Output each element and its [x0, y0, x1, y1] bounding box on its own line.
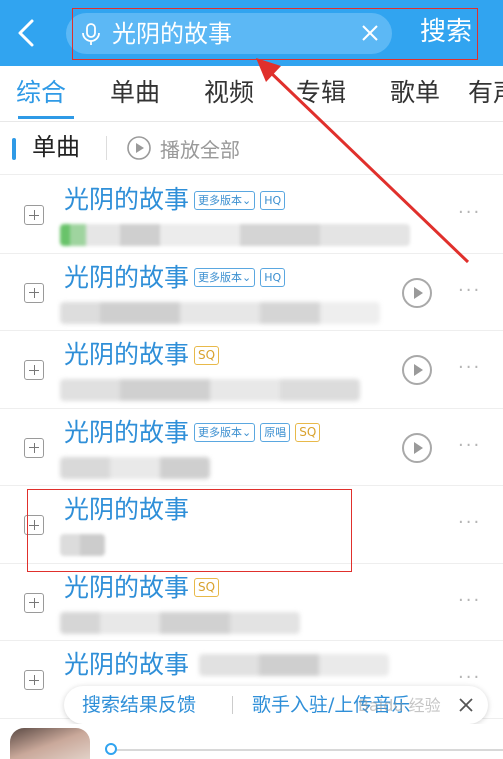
more-options-icon[interactable]: ··· — [458, 436, 481, 454]
artist-upload-link[interactable]: 歌手入驻/上传音乐 — [252, 691, 410, 719]
play-video-icon[interactable] — [402, 432, 432, 463]
tab-all[interactable]: 综合 — [16, 76, 66, 110]
more-options-icon[interactable]: ··· — [458, 359, 481, 377]
more-versions-badge[interactable]: 更多版本⌄ — [194, 423, 256, 442]
chevron-left-icon — [18, 19, 34, 47]
progress-track[interactable] — [112, 749, 503, 751]
song-title[interactable]: 光阴的故事 — [64, 493, 189, 527]
hq-badge: HQ — [260, 190, 286, 210]
add-icon[interactable] — [24, 437, 44, 458]
song-title[interactable]: 光阴的故事 — [64, 416, 189, 450]
tab-songs[interactable]: 单曲 — [110, 76, 160, 110]
more-versions-badge[interactable]: 更多版本⌄ — [194, 190, 256, 210]
add-icon[interactable] — [24, 282, 44, 303]
song-row[interactable]: 光阴的故事 SQ ··· — [0, 564, 503, 641]
play-circle-icon — [127, 136, 151, 160]
blurred-artist-text — [60, 224, 410, 246]
more-options-icon[interactable]: ··· — [458, 281, 481, 299]
search-query-text: 光阴的故事 — [112, 20, 232, 48]
blurred-artist-text — [60, 301, 380, 324]
add-icon[interactable] — [24, 592, 44, 613]
add-icon[interactable] — [24, 360, 44, 380]
blurred-artist-text — [60, 534, 105, 556]
search-input[interactable]: 光阴的故事 — [66, 13, 392, 54]
back-button[interactable] — [8, 12, 44, 54]
divider — [0, 174, 503, 175]
active-tab-indicator — [18, 116, 74, 119]
add-icon[interactable] — [24, 205, 44, 225]
divider — [232, 696, 233, 714]
microphone-icon[interactable] — [79, 22, 103, 46]
play-video-icon[interactable] — [402, 355, 432, 385]
album-art[interactable] — [10, 728, 90, 759]
tab-albums[interactable]: 专辑 — [296, 76, 346, 110]
mini-player — [0, 724, 503, 759]
blurred-artist-text — [60, 456, 210, 479]
more-options-icon[interactable]: ··· — [458, 669, 481, 687]
section-accent-bar — [12, 138, 16, 160]
more-versions-badge[interactable]: 更多版本⌄ — [194, 268, 256, 287]
song-row[interactable]: 光阴的故事 更多版本⌄ 原唱 SQ ··· — [0, 409, 503, 486]
original-badge: 原唱 — [260, 423, 291, 442]
song-title[interactable]: 光阴的故事 — [64, 648, 189, 682]
more-options-icon[interactable]: ··· — [458, 514, 481, 532]
sq-badge: SQ — [295, 423, 321, 442]
add-icon[interactable] — [24, 670, 44, 690]
sq-badge: SQ — [194, 345, 220, 365]
tab-videos[interactable]: 视频 — [204, 76, 254, 110]
section-header: 单曲 播放全部 — [0, 122, 503, 174]
song-title[interactable]: 光阴的故事 — [64, 571, 189, 605]
song-row[interactable]: 光阴的故事 ··· — [0, 486, 503, 564]
divider — [106, 136, 107, 160]
clear-icon[interactable] — [358, 21, 382, 45]
song-title[interactable]: 光阴的故事 — [64, 338, 189, 372]
play-video-icon[interactable] — [402, 277, 432, 308]
blurred-artist-text — [60, 611, 300, 634]
search-button[interactable]: 搜索 — [420, 15, 472, 49]
sq-badge: SQ — [194, 578, 220, 597]
category-tabs: 综合 单曲 视频 专辑 歌单 有声 — [0, 66, 503, 122]
blurred-artist-text — [199, 654, 390, 676]
close-icon[interactable] — [456, 695, 476, 715]
song-list: 光阴的故事 更多版本⌄ HQ ··· 光阴的故事 更多版本⌄ HQ ··· 光阴… — [0, 176, 503, 719]
tab-audio[interactable]: 有声 — [468, 76, 503, 110]
more-options-icon[interactable]: ··· — [458, 204, 481, 222]
song-title[interactable]: 光阴的故事 — [64, 261, 189, 295]
hq-badge: HQ — [260, 268, 286, 287]
more-options-icon[interactable]: ··· — [458, 591, 481, 609]
song-row[interactable]: 光阴的故事 更多版本⌄ HQ ··· — [0, 176, 503, 254]
progress-knob[interactable] — [105, 743, 117, 755]
top-bar: 光阴的故事 搜索 — [0, 0, 503, 66]
song-row[interactable]: 光阴的故事 更多版本⌄ HQ ··· — [0, 254, 503, 331]
section-title: 单曲 — [32, 133, 80, 161]
song-row[interactable]: 光阴的故事 SQ ··· — [0, 331, 503, 409]
tab-playlists[interactable]: 歌单 — [390, 76, 440, 110]
blurred-artist-text — [60, 379, 360, 401]
feedback-bar: 搜索结果反馈 歌手入驻/上传音乐 — [64, 686, 488, 724]
song-title[interactable]: 光阴的故事 — [64, 183, 189, 217]
play-all-button[interactable]: 播放全部 — [126, 134, 240, 162]
add-icon[interactable] — [24, 515, 44, 535]
search-feedback-link[interactable]: 搜索结果反馈 — [82, 691, 196, 719]
play-all-label: 播放全部 — [160, 137, 240, 162]
